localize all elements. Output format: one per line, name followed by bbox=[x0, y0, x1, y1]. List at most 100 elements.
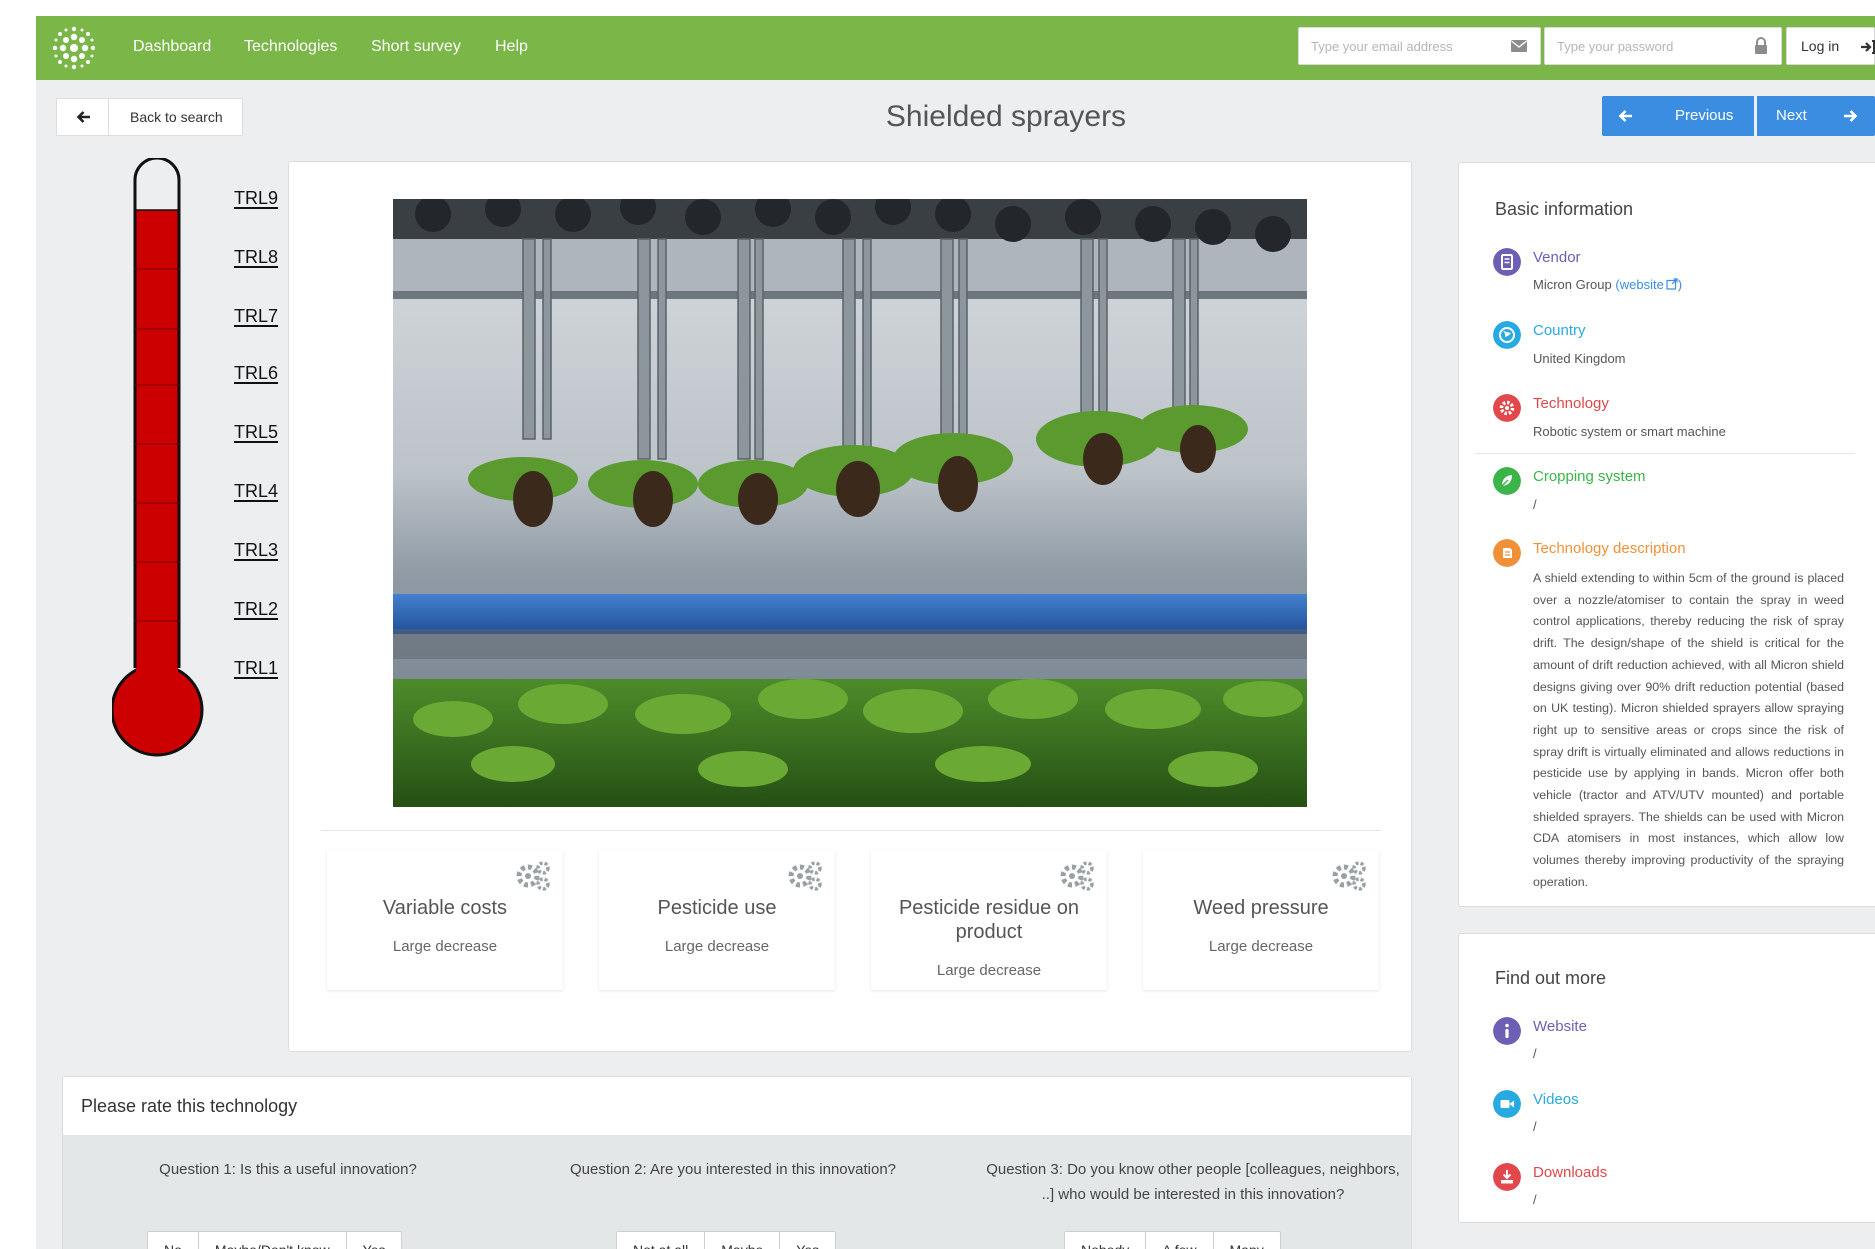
arrow-left-icon bbox=[76, 111, 90, 123]
email-field-wrapper bbox=[1298, 27, 1541, 65]
trl-label-5: TRL5 bbox=[234, 422, 279, 442]
videos-value: / bbox=[1533, 1119, 1537, 1134]
next-label: Next bbox=[1776, 107, 1807, 124]
impact-value: Large decrease bbox=[936, 962, 1042, 979]
previous-button[interactable]: Previous bbox=[1602, 96, 1754, 136]
gears-icon bbox=[788, 861, 822, 891]
nav-help[interactable]: Help bbox=[495, 38, 528, 56]
app-window: Dashboard Technologies Short survey Help… bbox=[36, 16, 1875, 1249]
lock-icon bbox=[1755, 37, 1767, 54]
basic-information-panel: Basic information Vendor Micron Group (w… bbox=[1458, 162, 1875, 907]
document-icon bbox=[1493, 539, 1521, 567]
back-to-search-button[interactable]: Back to search bbox=[56, 98, 243, 136]
impact-title: Pesticide use bbox=[657, 897, 777, 919]
impact-card-variable-costs: Variable costs Large decrease bbox=[327, 850, 563, 990]
trl-label-8: TRL8 bbox=[234, 247, 279, 267]
technology-label: Technology bbox=[1533, 395, 1609, 412]
vendor-website-link[interactable]: (website) bbox=[1615, 277, 1682, 292]
trl-label-7: TRL7 bbox=[234, 306, 279, 326]
nav-short-survey[interactable]: Short survey bbox=[371, 38, 461, 56]
rating-panel: Please rate this technology Question 1: … bbox=[62, 1076, 1412, 1249]
next-button[interactable]: Next bbox=[1757, 96, 1875, 136]
email-field[interactable] bbox=[1299, 28, 1499, 64]
impact-value: Large decrease bbox=[392, 938, 498, 955]
password-field[interactable] bbox=[1545, 28, 1745, 64]
question-3-options: Nobody A few Many bbox=[1064, 1231, 1281, 1249]
login-button[interactable]: Log in bbox=[1786, 27, 1875, 65]
website-link[interactable]: Website bbox=[1533, 1018, 1587, 1035]
download-icon bbox=[1493, 1163, 1521, 1191]
back-to-search-label: Back to search bbox=[130, 109, 223, 125]
arrow-left-icon bbox=[1618, 110, 1632, 122]
external-link-icon bbox=[1666, 278, 1678, 290]
leaf-icon bbox=[1493, 467, 1521, 495]
question-3: Question 3: Do you know other people [co… bbox=[986, 1161, 1400, 1203]
arrow-right-icon bbox=[1844, 110, 1858, 122]
nav-dashboard[interactable]: Dashboard bbox=[133, 38, 211, 56]
gears-icon bbox=[1332, 861, 1366, 891]
answer-yes[interactable]: Yes bbox=[780, 1232, 835, 1249]
info-icon bbox=[1493, 1017, 1521, 1045]
downloads-value: / bbox=[1533, 1192, 1537, 1207]
technology-card: Variable costs Large decrease Pesticide … bbox=[288, 161, 1412, 1052]
login-button-label: Log in bbox=[1801, 38, 1840, 54]
vendor-label: Vendor bbox=[1533, 249, 1581, 266]
answer-yes[interactable]: Yes bbox=[347, 1232, 402, 1249]
basic-information-title: Basic information bbox=[1495, 199, 1634, 219]
downloads-link[interactable]: Downloads bbox=[1533, 1164, 1607, 1181]
card-divider bbox=[321, 830, 1381, 831]
answer-not-at-all[interactable]: Not at all bbox=[617, 1232, 706, 1249]
answer-nobody[interactable]: Nobody bbox=[1065, 1232, 1147, 1249]
vendor-icon bbox=[1493, 248, 1521, 276]
country-value: United Kingdom bbox=[1533, 351, 1626, 366]
thermometer-graphic bbox=[112, 158, 204, 757]
impact-card-pesticide-use: Pesticide use Large decrease bbox=[599, 850, 835, 990]
technology-value: Robotic system or smart machine bbox=[1533, 424, 1726, 439]
nav-technologies[interactable]: Technologies bbox=[244, 38, 337, 56]
top-navbar: Dashboard Technologies Short survey Help… bbox=[36, 16, 1875, 80]
impact-value: Large decrease bbox=[664, 938, 770, 955]
trl-label-3: TRL3 bbox=[234, 540, 279, 560]
gears-icon bbox=[1060, 861, 1094, 891]
rating-body: Question 1: Is this a useful innovation?… bbox=[63, 1135, 1411, 1249]
question-2: Question 2: Are you interested in this i… bbox=[569, 1161, 897, 1178]
rating-header: Please rate this technology bbox=[63, 1077, 1411, 1135]
answer-a-few[interactable]: A few bbox=[1146, 1232, 1214, 1249]
cropping-system-label: Cropping system bbox=[1533, 468, 1646, 485]
impact-title: Pesticide residue on product bbox=[898, 897, 1080, 943]
answer-many[interactable]: Many bbox=[1214, 1232, 1280, 1249]
videos-link[interactable]: Videos bbox=[1533, 1091, 1579, 1108]
back-arrow-cell bbox=[57, 99, 109, 135]
website-value: / bbox=[1533, 1046, 1537, 1061]
password-field-wrapper bbox=[1544, 27, 1782, 65]
impact-value: Large decrease bbox=[1208, 938, 1314, 955]
vendor-value: Micron Group (website) bbox=[1533, 277, 1682, 292]
envelope-icon bbox=[1511, 40, 1527, 52]
trl-label-1: TRL1 bbox=[234, 658, 279, 678]
technology-photo[interactable] bbox=[393, 199, 1307, 807]
vendor-name: Micron Group bbox=[1533, 277, 1612, 292]
impact-title: Variable costs bbox=[382, 897, 508, 919]
vendor-website-label: website bbox=[1619, 277, 1664, 292]
technology-description-label: Technology description bbox=[1533, 540, 1686, 557]
rating-title: Please rate this technology bbox=[81, 1096, 298, 1116]
answer-maybe[interactable]: Maybe bbox=[705, 1232, 781, 1249]
trl-label-6: TRL6 bbox=[234, 363, 279, 383]
technology-description-text: A shield extending to within 5cm of the … bbox=[1533, 571, 1844, 889]
gears-icon bbox=[516, 861, 550, 891]
find-out-more-title: Find out more bbox=[1495, 968, 1607, 988]
question-2-options: Not at all Maybe Yes bbox=[616, 1231, 837, 1249]
page-title: Shielded sprayers bbox=[885, 100, 1127, 133]
sign-in-icon bbox=[1861, 40, 1875, 54]
globe-icon bbox=[1493, 321, 1521, 349]
find-out-more-panel: Find out more Website / Videos / Downloa… bbox=[1458, 933, 1875, 1223]
video-icon bbox=[1493, 1090, 1521, 1118]
trl-label-4: TRL4 bbox=[234, 481, 279, 501]
trl-label-2: TRL2 bbox=[234, 599, 279, 619]
trl-thermometer: TRL9 TRL8 TRL7 TRL6 TRL5 TRL4 TRL3 TRL2 … bbox=[112, 158, 278, 778]
logo-icon[interactable] bbox=[50, 24, 98, 72]
answer-no[interactable]: No bbox=[148, 1232, 199, 1249]
impact-card-pesticide-residue: Pesticide residue on product Large decre… bbox=[871, 850, 1107, 990]
trl-label-9: TRL9 bbox=[234, 188, 279, 208]
answer-maybe-dont-know[interactable]: Maybe/Don't know bbox=[199, 1232, 347, 1249]
